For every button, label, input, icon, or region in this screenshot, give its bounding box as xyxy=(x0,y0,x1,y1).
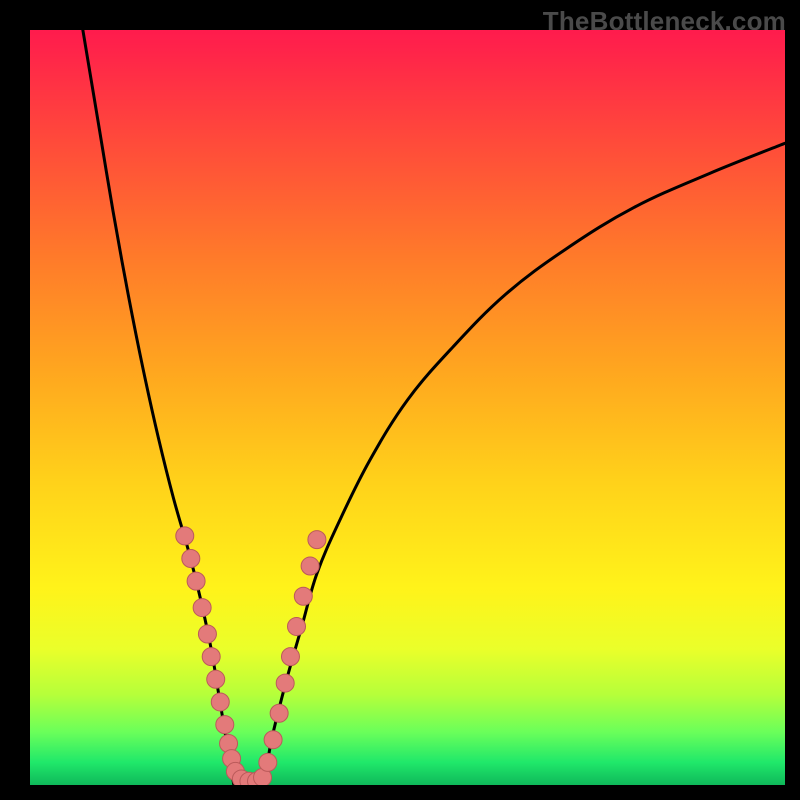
plot-area xyxy=(30,30,785,785)
data-marker xyxy=(182,550,200,568)
marker-group xyxy=(176,527,326,785)
data-marker xyxy=(216,716,234,734)
data-marker xyxy=(207,670,225,688)
data-marker xyxy=(193,599,211,617)
data-marker xyxy=(294,587,312,605)
data-marker xyxy=(301,557,319,575)
curve-group xyxy=(83,30,785,785)
data-marker xyxy=(288,617,306,635)
data-marker xyxy=(270,704,288,722)
data-marker xyxy=(259,753,277,771)
series-curve-right xyxy=(264,143,785,785)
data-marker xyxy=(281,648,299,666)
data-marker xyxy=(264,731,282,749)
data-marker xyxy=(202,648,220,666)
data-marker xyxy=(276,674,294,692)
data-marker xyxy=(308,531,326,549)
data-marker xyxy=(187,572,205,590)
data-marker xyxy=(176,527,194,545)
chart-frame: TheBottleneck.com xyxy=(0,0,800,800)
chart-svg xyxy=(30,30,785,785)
data-marker xyxy=(211,693,229,711)
data-marker xyxy=(198,625,216,643)
